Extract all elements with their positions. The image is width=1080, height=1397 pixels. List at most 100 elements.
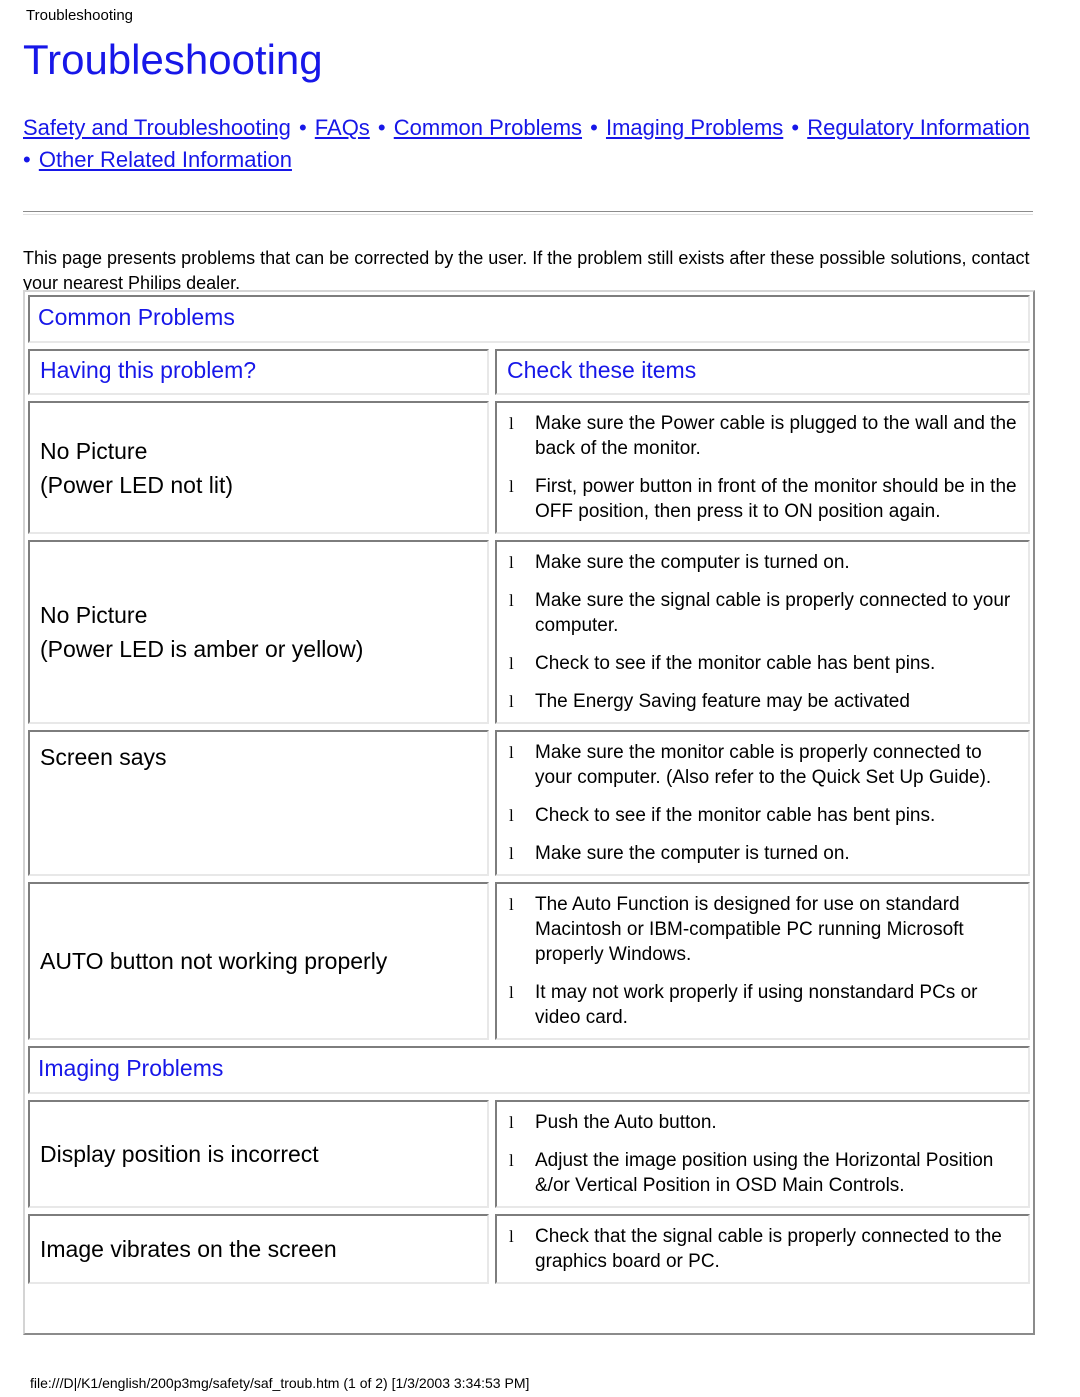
check-cell: l The Auto Function is designed for use o… <box>495 882 1030 1040</box>
column-header-row: Having this problem? Check these items <box>28 349 1030 395</box>
check-list-item-text: Make sure the computer is turned on. <box>535 843 850 864</box>
bullet-icon: l <box>509 553 514 572</box>
bullet-icon: l <box>509 1227 514 1246</box>
problem-cell: Image vibrates on the screen <box>28 1214 489 1284</box>
column-header-check: Check these items <box>495 349 1030 395</box>
problem-text: Display position is incorrect <box>40 1137 319 1171</box>
problem-text: Screen says <box>40 740 167 774</box>
section-title: Common Problems <box>38 304 235 330</box>
check-list-item: l Push the Auto button. <box>501 1110 1020 1135</box>
check-list-item-text: Make sure the Power cable is plugged to … <box>535 413 1017 459</box>
nav-links: Safety and Troubleshooting • FAQs • Comm… <box>23 112 1033 176</box>
check-list-item-text: It may not work properly if using nonsta… <box>535 982 978 1028</box>
problem-line: No Picture <box>40 602 148 628</box>
check-list: l Push the Auto button. l Adjust the image … <box>501 1110 1020 1198</box>
check-list: l Check that the signal cable is properly… <box>501 1224 1020 1274</box>
check-list-item: l Check to see if the monitor cable has b… <box>501 803 1020 828</box>
bullet-icon: l <box>509 844 514 863</box>
column-header-problem: Having this problem? <box>28 349 489 395</box>
check-list-item: l First, power button in front of the mon… <box>501 474 1020 524</box>
problem-line: Display position is incorrect <box>40 1141 319 1167</box>
check-list-item-text: Adjust the image position using the Hori… <box>535 1150 994 1196</box>
check-list: l Make sure the computer is turned on. l Ma… <box>501 550 1020 714</box>
check-cell: l Make sure the monitor cable is properly… <box>495 730 1030 876</box>
nav-link-regulatory-information[interactable]: Regulatory Information <box>807 115 1030 140</box>
problem-cell: AUTO button not working properly <box>28 882 489 1040</box>
problem-cell: No Picture (Power LED is amber or yellow) <box>28 540 489 724</box>
problem-text: Image vibrates on the screen <box>40 1232 337 1266</box>
check-list-item: l The Energy Saving feature may be activa… <box>501 689 1020 714</box>
check-cell: l Make sure the computer is turned on. l Ma… <box>495 540 1030 724</box>
bullet-icon: l <box>509 477 514 496</box>
table-row: No Picture (Power LED is amber or yellow)… <box>28 540 1030 724</box>
bullet-icon: l <box>509 743 514 762</box>
bullet-icon: l <box>509 692 514 711</box>
problem-cell: Screen says <box>28 730 489 876</box>
troubleshooting-table: Common Problems Having this problem? Check… <box>23 290 1035 1335</box>
nav-separator: • <box>584 115 604 140</box>
check-list-item-text: Make sure the computer is turned on. <box>535 552 850 573</box>
bullet-icon: l <box>509 654 514 673</box>
check-list-item: l Make sure the monitor cable is properly… <box>501 740 1020 790</box>
check-list-item: l Make sure the computer is turned on. <box>501 550 1020 575</box>
column-header-check-label: Check these items <box>507 357 697 383</box>
check-list-item-text: The Energy Saving feature may be activat… <box>535 691 910 712</box>
check-list: l The Auto Function is designed for use o… <box>501 892 1020 1030</box>
nav-link-common-problems[interactable]: Common Problems <box>394 115 582 140</box>
nav-separator: • <box>371 115 392 140</box>
problem-line: (Power LED not lit) <box>40 471 234 498</box>
bullet-icon: l <box>509 895 514 914</box>
problem-line: Image vibrates on the screen <box>40 1236 337 1262</box>
check-list-item: l Make sure the signal cable is properly … <box>501 588 1020 638</box>
check-list-item-text: First, power button in front of the moni… <box>535 476 1017 522</box>
check-list-item-text: Check to see if the monitor cable has be… <box>535 805 936 826</box>
check-list: l Make sure the monitor cable is properly… <box>501 740 1020 866</box>
check-list-item: l The Auto Function is designed for use o… <box>501 892 1020 967</box>
table-row: No Picture (Power LED not lit) l Make sure … <box>28 401 1030 534</box>
problem-text: AUTO button not working properly <box>40 944 387 978</box>
problem-text: No Picture (Power LED not lit) <box>40 434 233 502</box>
problem-line: AUTO button not working properly <box>40 948 388 974</box>
footer-path: file:///D|/K1/english/200p3mg/safety/saf… <box>30 1375 530 1391</box>
table-row: Display position is incorrect l Push the A… <box>28 1100 1030 1208</box>
problem-line: No Picture <box>40 437 148 464</box>
bullet-icon: l <box>509 806 514 825</box>
check-cell: l Check that the signal cable is properly… <box>495 1214 1030 1284</box>
problem-cell: No Picture (Power LED not lit) <box>28 401 489 534</box>
check-list-item-text: The Auto Function is designed for use on… <box>535 894 964 965</box>
intro-paragraph: This page presents problems that can be … <box>23 248 1030 293</box>
column-header-problem-label: Having this problem? <box>40 357 257 383</box>
bullet-icon: l <box>509 1113 514 1132</box>
header-divider <box>23 211 1033 215</box>
nav-link-other-related-information[interactable]: Other Related Information <box>39 147 292 172</box>
section-header-imaging-problems: Imaging Problems <box>28 1046 1030 1094</box>
check-cell: l Make sure the Power cable is plugged to… <box>495 401 1030 534</box>
bullet-icon: l <box>509 1151 514 1170</box>
check-list-item-text: Check to see if the monitor cable has be… <box>535 653 936 674</box>
section-title: Imaging Problems <box>38 1055 224 1081</box>
problem-line: (Power LED is amber or yellow) <box>40 636 364 662</box>
bullet-icon: l <box>509 591 514 610</box>
check-list-item-text: Push the Auto button. <box>535 1112 717 1133</box>
check-list-item: l Check to see if the monitor cable has b… <box>501 651 1020 676</box>
nav-separator: • <box>292 115 313 140</box>
page-title: Troubleshooting <box>23 36 323 83</box>
check-list-item-text: Check that the signal cable is properly … <box>535 1226 1002 1272</box>
table-row: Image vibrates on the screen l Check that … <box>28 1214 1030 1284</box>
problem-cell: Display position is incorrect <box>28 1100 489 1208</box>
nav-link-imaging-problems[interactable]: Imaging Problems <box>606 115 783 140</box>
check-list-item: l Adjust the image position using the Hor… <box>501 1148 1020 1198</box>
nav-link-faqs[interactable]: FAQs <box>315 115 370 140</box>
nav-link-safety-and-troubleshooting[interactable]: Safety and Troubleshooting <box>23 115 291 140</box>
section-header-common-problems: Common Problems <box>28 295 1030 343</box>
problem-line: Screen says <box>40 744 167 770</box>
check-list-item: l It may not work properly if using nonst… <box>501 980 1020 1030</box>
nav-separator: • <box>785 115 806 140</box>
check-cell: l Push the Auto button. l Adjust the image … <box>495 1100 1030 1208</box>
table-row: Screen says l Make sure the monitor cable … <box>28 730 1030 876</box>
check-list-item: l Make sure the computer is turned on. <box>501 841 1020 866</box>
check-list-item-text: Make sure the signal cable is properly c… <box>535 590 1011 636</box>
check-list-item-text: Make sure the monitor cable is properly … <box>535 742 992 788</box>
check-list-item: l Make sure the Power cable is plugged to… <box>501 411 1020 461</box>
check-list: l Make sure the Power cable is plugged to… <box>501 411 1020 524</box>
